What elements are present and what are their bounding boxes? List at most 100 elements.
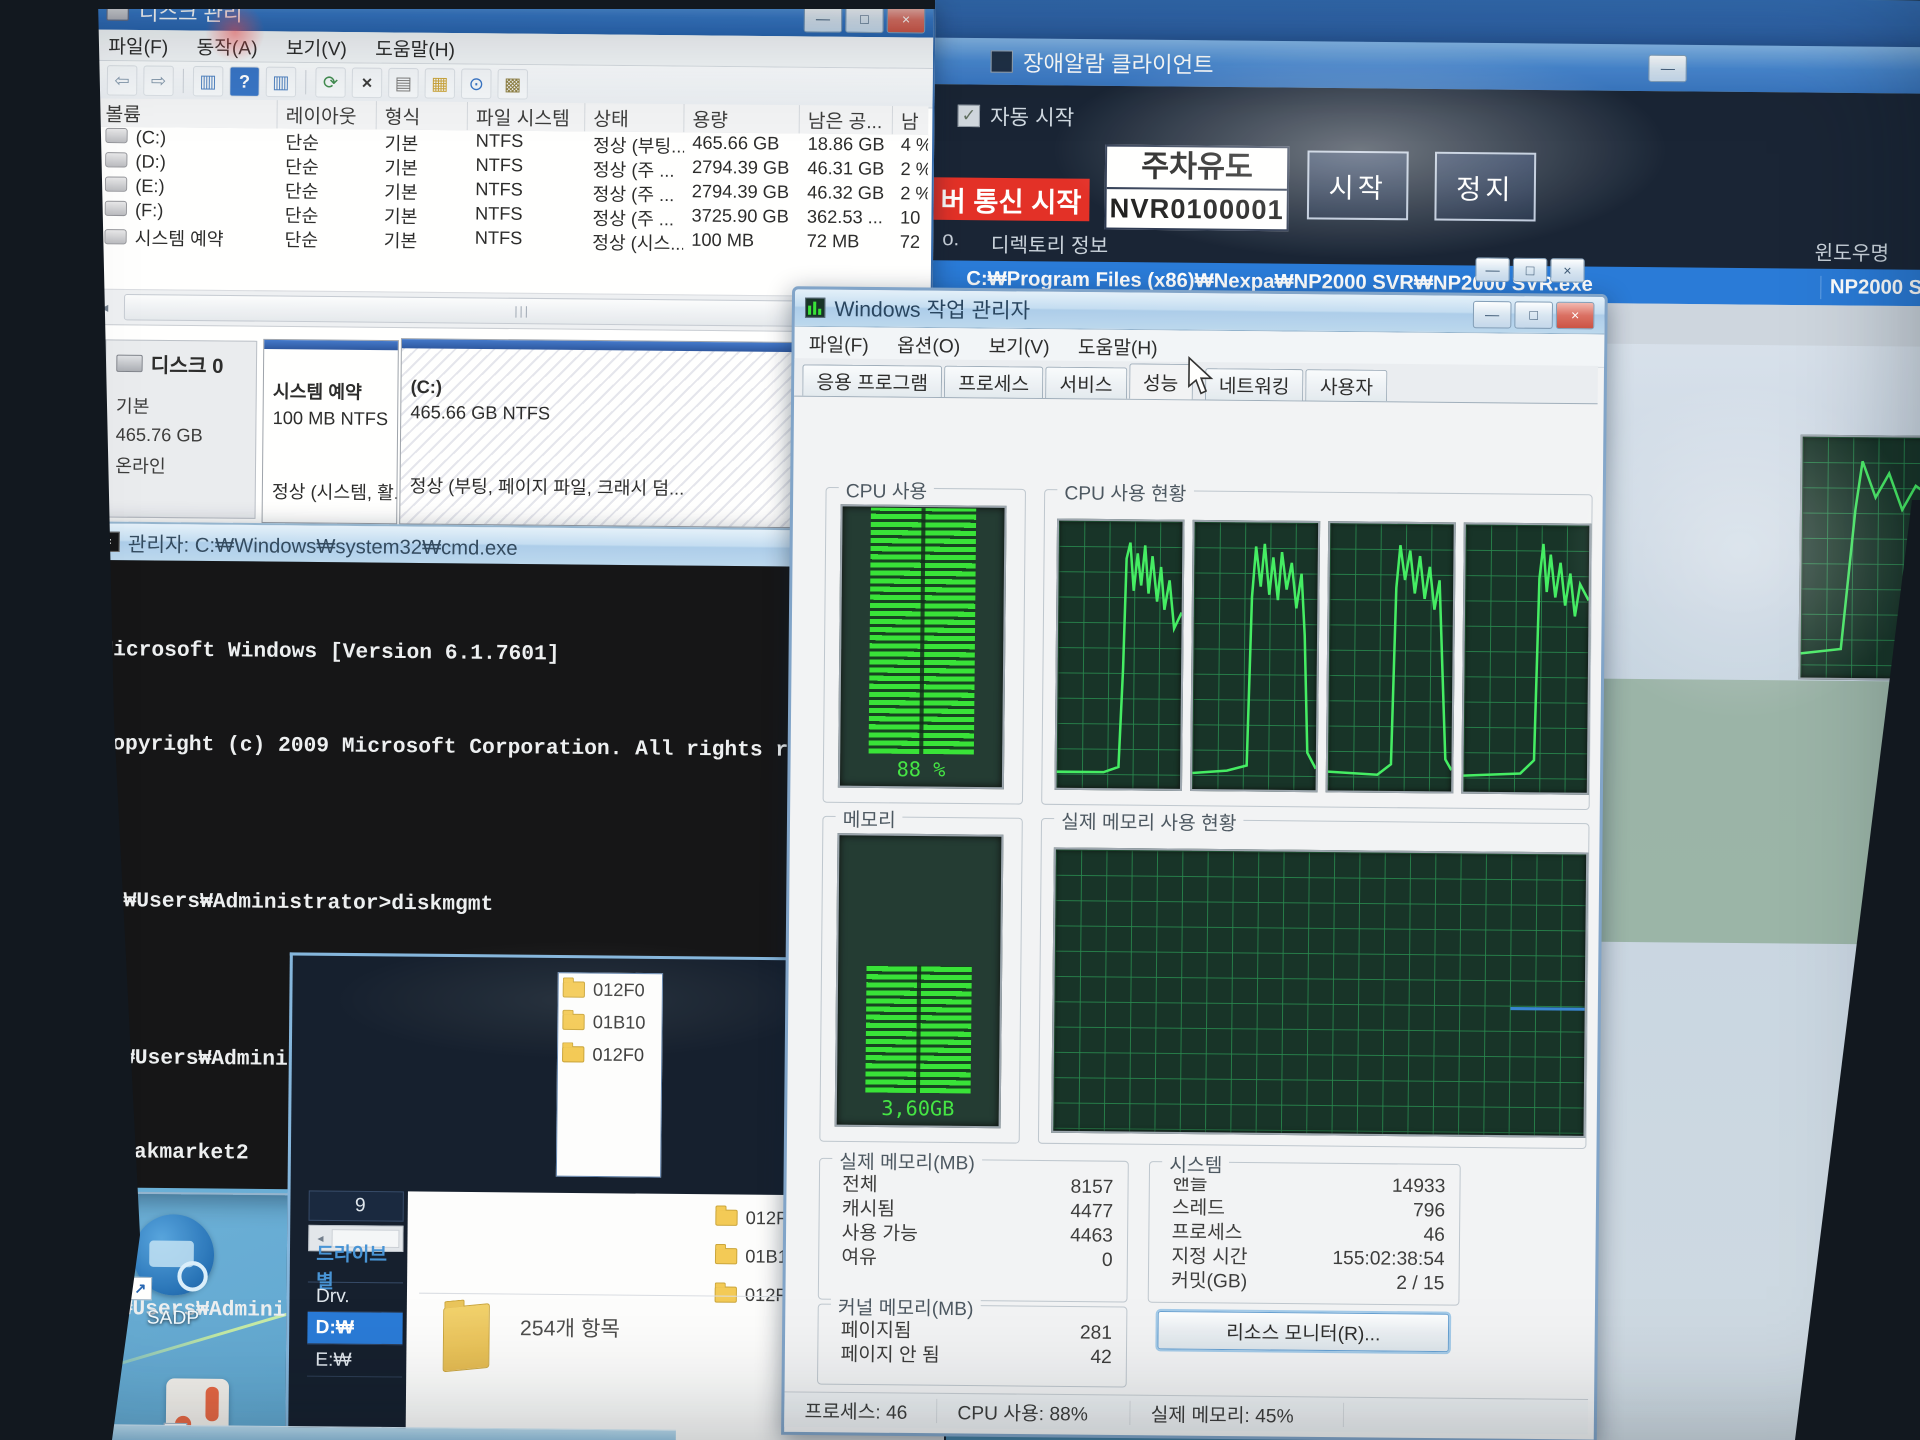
cpu-usage-label: CPU 사용 xyxy=(839,476,935,504)
system-label: 시스템 xyxy=(1162,1150,1230,1178)
memory-history-group: 실제 메모리 사용 현황 xyxy=(1038,818,1590,1149)
alarm-client-window: 장애알람 클라이언트 — ✓ 자동 시작 버 통신 시작 주차유도 NVR010… xyxy=(932,38,1920,299)
photo-of-screen: 장애알람 클라이언트 — ✓ 자동 시작 버 통신 시작 주차유도 NVR010… xyxy=(0,0,1920,1440)
task-manager-title: Windows 작업 관리자 xyxy=(834,293,1030,325)
stat-row: 전체8157 xyxy=(820,1173,1128,1200)
list-item[interactable]: 012F0 xyxy=(558,1038,662,1071)
task-manager-window: Windows 작업 관리자 — □ × 파일(F) 옵션(O) 보기(V) 도… xyxy=(781,286,1608,1440)
cpu-history-label: CPU 사용 현황 xyxy=(1057,478,1193,507)
list-item[interactable]: 01B10 xyxy=(558,1006,662,1039)
close-button[interactable]: × xyxy=(1556,301,1595,329)
partial-grid-cell: 9 xyxy=(308,1190,403,1221)
console-tree-icon[interactable]: ▥ xyxy=(193,66,224,97)
tab-applications[interactable]: 응용 프로그램 xyxy=(802,364,942,397)
settings-icon[interactable]: ▩ xyxy=(497,69,528,100)
alarm-client-body: ✓ 자동 시작 버 통신 시작 주차유도 NVR0100001 시작 정지 o.… xyxy=(932,84,1920,298)
col-status[interactable]: 상태 xyxy=(585,103,684,132)
menu-view[interactable]: 보기(V) xyxy=(974,328,1064,362)
refresh-icon[interactable]: ⟳ xyxy=(315,67,346,98)
tab-performance[interactable]: 성능 xyxy=(1129,363,1193,399)
menu-help[interactable]: 도움말(H) xyxy=(361,31,469,65)
col-volume[interactable]: 볼륨 xyxy=(97,98,277,128)
cpu-history-group: CPU 사용 현황 xyxy=(1041,489,1593,810)
col-layout[interactable]: 레이아웃 xyxy=(277,100,376,129)
start-button[interactable]: 시작 xyxy=(1307,151,1409,221)
drive-sidebar: 9 ◂ 드라이브별 Drv. D:₩ E:₩ xyxy=(306,1190,404,1440)
help-icon[interactable]: ? xyxy=(229,66,260,97)
status-cpu: CPU 사용: 88% xyxy=(937,1399,1131,1425)
minimize-button[interactable]: — xyxy=(1649,54,1688,82)
menu-help[interactable]: 도움말(H) xyxy=(1064,329,1172,363)
mouse-cursor xyxy=(1186,356,1215,397)
delete-icon[interactable]: × xyxy=(352,67,383,98)
col-free[interactable]: 남은 공... xyxy=(800,105,893,134)
drive-item-selected[interactable]: D:₩ xyxy=(307,1312,402,1345)
status-processes: 프로세스: 46 xyxy=(784,1397,937,1423)
stat-row: 프로세스46 xyxy=(1149,1221,1459,1248)
disk0-name: 디스크 0 xyxy=(151,349,224,379)
stat-row: 스레드796 xyxy=(1150,1196,1460,1223)
maximize-button[interactable]: □ xyxy=(1513,258,1548,283)
action-pane-icon[interactable]: ▥ xyxy=(266,67,297,98)
alarm-client-icon xyxy=(991,50,1013,72)
cpu-usage-gauge: 88 % xyxy=(838,504,1007,789)
tab-services[interactable]: 서비스 xyxy=(1045,367,1127,399)
system-group: 시스템 핸들14933 스레드796 프로세스46 지정 시간155:02:38… xyxy=(1148,1161,1461,1306)
auto-start-label: 자동 시작 xyxy=(990,101,1074,132)
forward-icon[interactable]: ⇨ xyxy=(143,65,174,96)
maximize-button[interactable]: □ xyxy=(845,5,884,33)
back-icon[interactable]: ⇦ xyxy=(107,65,138,96)
folder-icon xyxy=(715,1248,737,1264)
parking-display-box: 주차유도 NVR0100001 xyxy=(1104,145,1289,232)
list-item[interactable]: 012F0 xyxy=(559,973,663,1006)
folder-icon xyxy=(562,1046,584,1062)
folder-list-panel: 012F0 01B10 012F0 xyxy=(556,972,663,1177)
folder-icon xyxy=(563,981,585,997)
menu-view[interactable]: 보기(V) xyxy=(272,30,362,64)
properties-icon[interactable]: ▤ xyxy=(388,68,419,99)
menu-file[interactable]: 파일(F) xyxy=(794,326,883,360)
disk0-size: 465.76 GB xyxy=(116,424,256,447)
col-type[interactable]: 형식 xyxy=(377,101,468,130)
maximize-button[interactable]: □ xyxy=(1514,301,1553,329)
partition-system-reserved[interactable]: 시스템 예약 100 MB NTFS 정상 (시스템, 활... xyxy=(262,339,399,524)
cpu-usage-group: CPU 사용 88 % xyxy=(823,487,1026,805)
stat-row: 여유0 xyxy=(819,1246,1127,1273)
cmd-title: 관리자: C:₩Windows₩system32₩cmd.exe xyxy=(128,527,518,560)
close-button[interactable]: × xyxy=(887,5,926,33)
memory-group: 메모리 3,60GB xyxy=(819,816,1022,1144)
auto-start-checkbox[interactable]: ✓ xyxy=(958,105,980,127)
disk0-type: 기본 xyxy=(116,392,256,420)
item-count: 254개 항목 xyxy=(520,1312,620,1343)
tab-networking[interactable]: 네트워킹 xyxy=(1204,368,1303,400)
task-manager-icon xyxy=(805,298,825,318)
alarm-client-title: 장애알람 클라이언트 xyxy=(1023,46,1214,80)
col-free-pct[interactable]: 남 xyxy=(893,106,929,135)
close-button[interactable]: × xyxy=(1550,258,1585,283)
col-filesystem[interactable]: 파일 시스템 xyxy=(468,102,586,131)
display-line2: NVR0100001 xyxy=(1106,189,1286,229)
find-icon[interactable]: ⊙ xyxy=(461,69,492,100)
memory-led-bar xyxy=(865,965,971,1093)
minimize-button[interactable]: — xyxy=(1473,300,1512,328)
menu-options[interactable]: 옵션(O) xyxy=(883,327,975,361)
resource-monitor-button[interactable]: 리소스 모니터(R)... xyxy=(1157,1311,1449,1352)
stat-row: 페이지됨281 xyxy=(818,1319,1126,1346)
cpu-history-graph-3 xyxy=(1326,521,1456,793)
volume-table-rows: (C:) 단순 기본 NTFS 정상 (부팅... 465.66 GB 18.8… xyxy=(92,127,928,258)
tab-users[interactable]: 사용자 xyxy=(1306,369,1388,401)
drive-panel-label: 드라이브별 xyxy=(308,1251,403,1282)
menu-action[interactable]: 동작(A) xyxy=(182,29,272,63)
col-capacity[interactable]: 용량 xyxy=(684,104,800,133)
tab-processes[interactable]: 프로세스 xyxy=(944,366,1043,398)
folder-icon xyxy=(715,1210,737,1226)
stop-button[interactable]: 정지 xyxy=(1434,152,1536,222)
cpu-usage-value: 88 % xyxy=(840,756,1002,782)
disk0-info-cell[interactable]: 디스크 0 기본 465.76 GB 온라인 xyxy=(104,339,258,519)
big-folder-icon[interactable] xyxy=(443,1303,490,1372)
drive-item[interactable]: E:₩ xyxy=(307,1344,402,1377)
folder-icon xyxy=(562,1014,584,1030)
open-icon[interactable]: ▦ xyxy=(425,68,456,99)
minimize-button[interactable]: — xyxy=(1475,257,1510,282)
menu-file[interactable]: 파일(F) xyxy=(94,28,183,62)
